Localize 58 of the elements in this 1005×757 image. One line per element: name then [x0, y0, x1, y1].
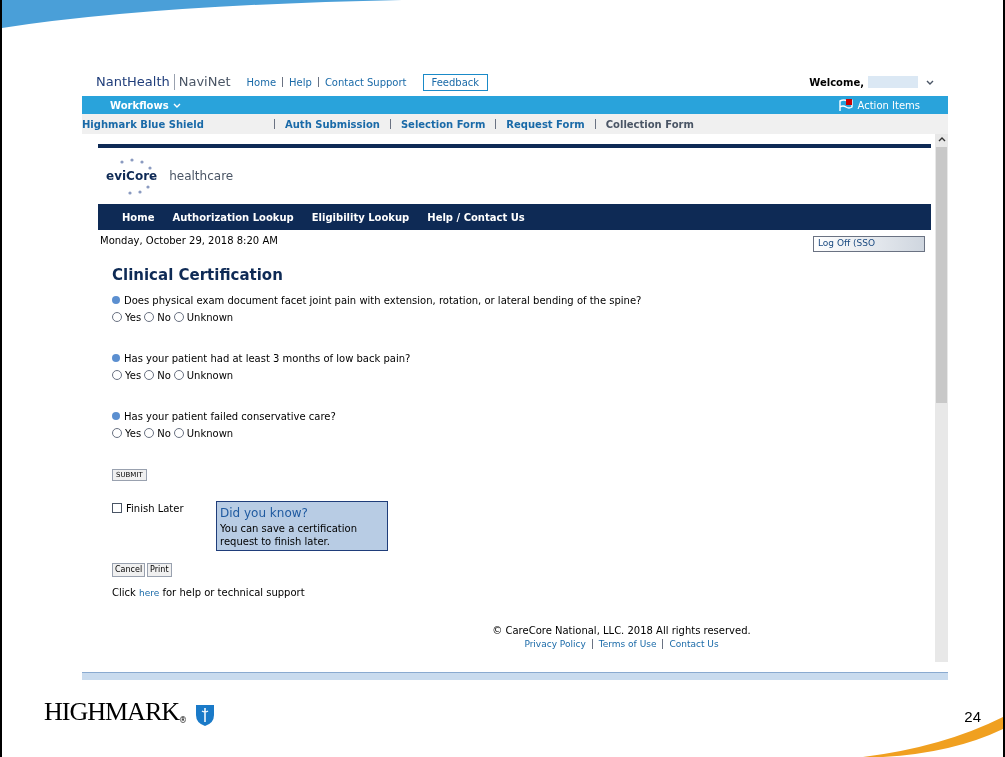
radio-label: Yes [125, 310, 142, 325]
step-tab[interactable]: Auth Submission [285, 116, 380, 132]
logo: NantHealth [96, 73, 170, 92]
question-text: Has your patient failed conservative care? [124, 409, 336, 424]
welcome-text: Welcome, [809, 75, 864, 90]
radio-label: No [157, 368, 171, 383]
blurred-name [868, 76, 918, 88]
radio-label: Yes [125, 426, 142, 441]
radio-label: Yes [125, 368, 142, 383]
form-button[interactable]: Cancel [112, 563, 146, 577]
info-icon [112, 296, 120, 304]
page-number: 24 [964, 707, 981, 727]
highmark-logo: HIGHMARK [44, 696, 179, 728]
radio-label: Unknown [186, 368, 234, 383]
info-icon [112, 354, 120, 362]
header-link[interactable]: Home [246, 74, 277, 90]
plan-name: Highmark Blue Shield [82, 117, 205, 132]
step-tab[interactable]: Collection Form [605, 116, 694, 132]
nav-link[interactable]: Help / Contact Us [427, 209, 525, 225]
nav-link[interactable]: Home [122, 209, 155, 225]
radio-label: Unknown [186, 426, 234, 441]
info-icon [112, 412, 120, 420]
header-link[interactable]: Contact Support [324, 74, 407, 90]
question-text: Has your patient had at least 3 months of low back pain? [124, 351, 411, 366]
evicore-logo-text: healthcare [169, 168, 234, 185]
question-text: Does physical exam document facet joint pain with extension, rotation, or lateral bending of the spine? [124, 293, 642, 308]
caret-icon [172, 102, 181, 108]
feedback-button[interactable]: Feedback [422, 73, 489, 91]
footer-link[interactable]: Privacy Policy [524, 637, 586, 651]
radio-label: No [157, 426, 171, 441]
caret-icon[interactable] [926, 79, 934, 85]
form-button[interactable]: Print [147, 563, 172, 577]
nav-link[interactable]: Authorization Lookup [172, 209, 294, 225]
header-link[interactable]: Help [289, 74, 312, 90]
log-off-button[interactable]: Log Off (SSO [813, 236, 925, 252]
finish-later-checkbox[interactable] [112, 503, 122, 513]
help-text: Click here for help or technical support [112, 586, 306, 600]
flag-icon [837, 98, 854, 112]
tip-text: You can save a certification request to finish later. [220, 522, 358, 548]
copyright-text: © CareCore National, LLC. 2018 All rights reserved. [492, 623, 751, 638]
date-text: Monday, October 29, 2018 8:20 AM [100, 233, 278, 248]
footer-link[interactable]: Contact Us [669, 637, 719, 651]
nav-link[interactable]: Eligibility Lookup [311, 209, 410, 225]
shield-icon [195, 703, 215, 727]
step-tab[interactable]: Selection Form [400, 116, 486, 132]
finish-later-label: Finish Later [126, 502, 184, 516]
support-link[interactable]: here [139, 588, 160, 598]
footer-link[interactable]: Terms of Use [598, 637, 657, 651]
scrollbar-thumb[interactable] [936, 147, 947, 403]
tip-title: Did you know? [220, 505, 309, 522]
radio-label: No [157, 310, 171, 325]
scroll-up-icon[interactable] [937, 137, 946, 142]
section-title: Clinical Certification [112, 265, 284, 286]
radio-label: Unknown [186, 310, 234, 325]
logo: NaviNet [178, 73, 231, 92]
evicore-logo: eviCore [106, 168, 158, 185]
step-tab[interactable]: Request Form [506, 116, 585, 132]
registered-mark: ® [179, 716, 187, 727]
